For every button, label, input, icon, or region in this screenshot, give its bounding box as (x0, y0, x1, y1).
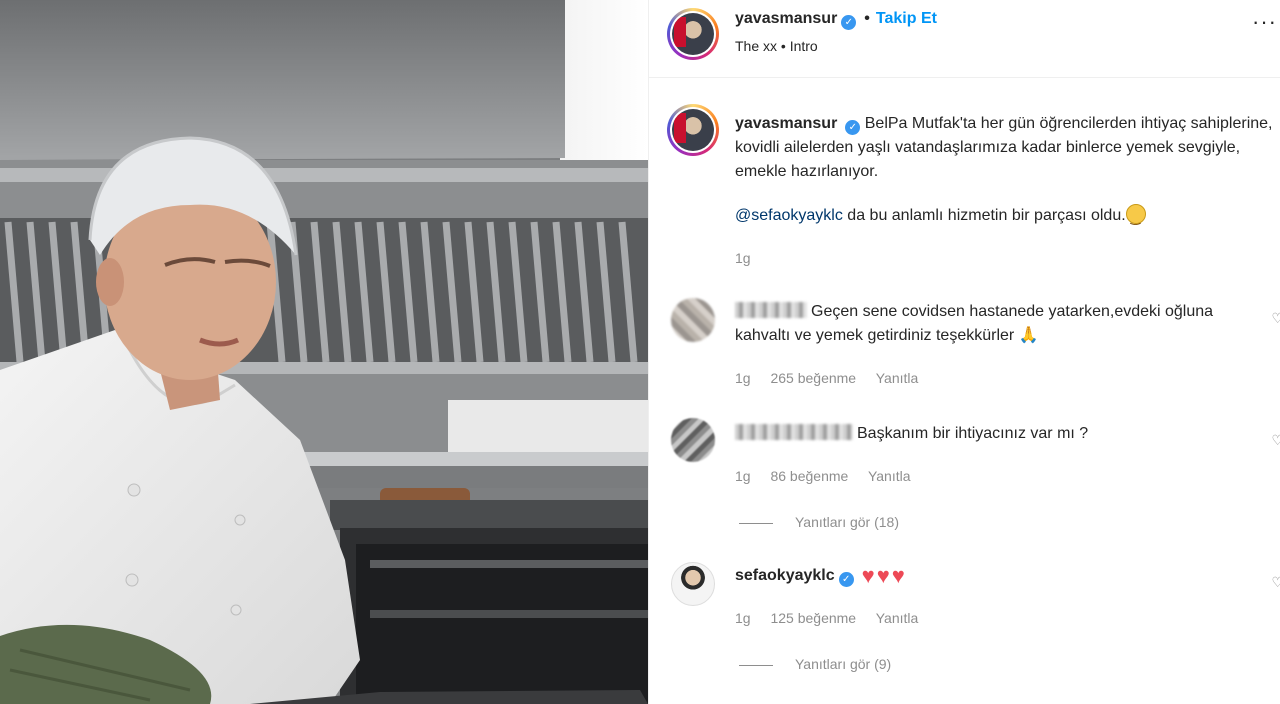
mention-rest: da bu anlamlı hizmetin bir parçası oldu. (847, 207, 1126, 224)
like-heart-icon[interactable]: ♡ (1271, 310, 1280, 327)
red-hearts-emoji-icon: ♥♥♥ (861, 563, 907, 588)
view-replies-button[interactable]: Yanıtları gör (18) (739, 514, 899, 530)
commenter-avatar[interactable] (671, 298, 715, 342)
caption-timestamp[interactable]: 1g (735, 250, 751, 266)
like-heart-icon[interactable]: ♡ (1271, 574, 1280, 591)
more-horizontal-icon[interactable]: ··· (1252, 11, 1277, 33)
comment-3: sefaokyayklc ✓ ♥♥♥ (735, 564, 1235, 588)
verified-badge-icon: ✓ (845, 120, 861, 135)
comment-meta: 1g 86 beğenme Yanıtla (735, 468, 927, 484)
chef-kitchen-image (0, 0, 648, 704)
author-username[interactable]: yavasmansur (735, 10, 837, 27)
comment-meta: 1g 125 beğenme Yanıtla (735, 610, 934, 626)
comment-timestamp[interactable]: 1g (735, 370, 751, 386)
audio-label[interactable]: The xx • Intro (735, 38, 818, 54)
caption-author-username[interactable]: yavasmansur (735, 115, 837, 132)
praying-hands-emoji-icon: 🙏 (1018, 327, 1039, 344)
comment-likes[interactable]: 265 beğenme (770, 370, 856, 386)
author-avatar[interactable] (667, 8, 719, 60)
commenter-username-blurred[interactable] (735, 302, 807, 318)
comment-likes[interactable]: 86 beğenme (770, 468, 848, 484)
caption: yavasmansur ✓ BelPa Mutfak'ta her gün öğr… (735, 112, 1275, 184)
post-header: yavasmansur ✓ • Takip Et The xx • Intro ··· (649, 0, 1280, 78)
reply-button[interactable]: Yanıtla (868, 468, 911, 484)
smile-emoji-icon (1125, 204, 1146, 230)
verified-badge-icon: ✓ (838, 572, 854, 587)
reply-button[interactable]: Yanıtla (876, 610, 919, 626)
mention-link[interactable]: @sefaokyayklc (735, 207, 843, 224)
comment-meta: 1g 265 beğenme Yanıtla (735, 370, 934, 386)
follow-button[interactable]: Takip Et (876, 10, 937, 27)
comment-timestamp[interactable]: 1g (735, 610, 751, 626)
comment-timestamp[interactable]: 1g (735, 468, 751, 484)
comment-1: Geçen sene covidsen hastanede yatarken,e… (735, 300, 1235, 348)
view-replies-button[interactable]: Yanıtları gör (9) (739, 656, 891, 672)
caption-mention-line: @sefaokyayklc da bu anlamlı hizmetin bir… (735, 204, 1146, 230)
comment-2: Başkanım bir ihtiyacınız var mı ? (735, 422, 1235, 446)
verified-badge-icon: ✓ (841, 15, 857, 30)
comment-likes[interactable]: 125 beğenme (770, 610, 856, 626)
commenter-avatar[interactable] (671, 418, 715, 462)
separator-dot: • (864, 10, 870, 27)
post-photo[interactable] (0, 0, 648, 704)
post-panel: yavasmansur ✓ • Takip Et The xx • Intro ···… (648, 0, 1280, 704)
comment-text: Başkanım bir ihtiyacınız var mı ? (857, 425, 1089, 442)
caption-author-avatar[interactable] (667, 104, 719, 156)
reply-button[interactable]: Yanıtla (876, 370, 919, 386)
commenter-avatar[interactable] (671, 562, 715, 606)
like-heart-icon[interactable]: ♡ (1271, 432, 1280, 449)
commenter-username[interactable]: sefaokyayklc (735, 567, 835, 584)
commenter-username-blurred[interactable] (735, 424, 853, 440)
header-user-line: yavasmansur ✓ • Takip Et (735, 10, 937, 30)
